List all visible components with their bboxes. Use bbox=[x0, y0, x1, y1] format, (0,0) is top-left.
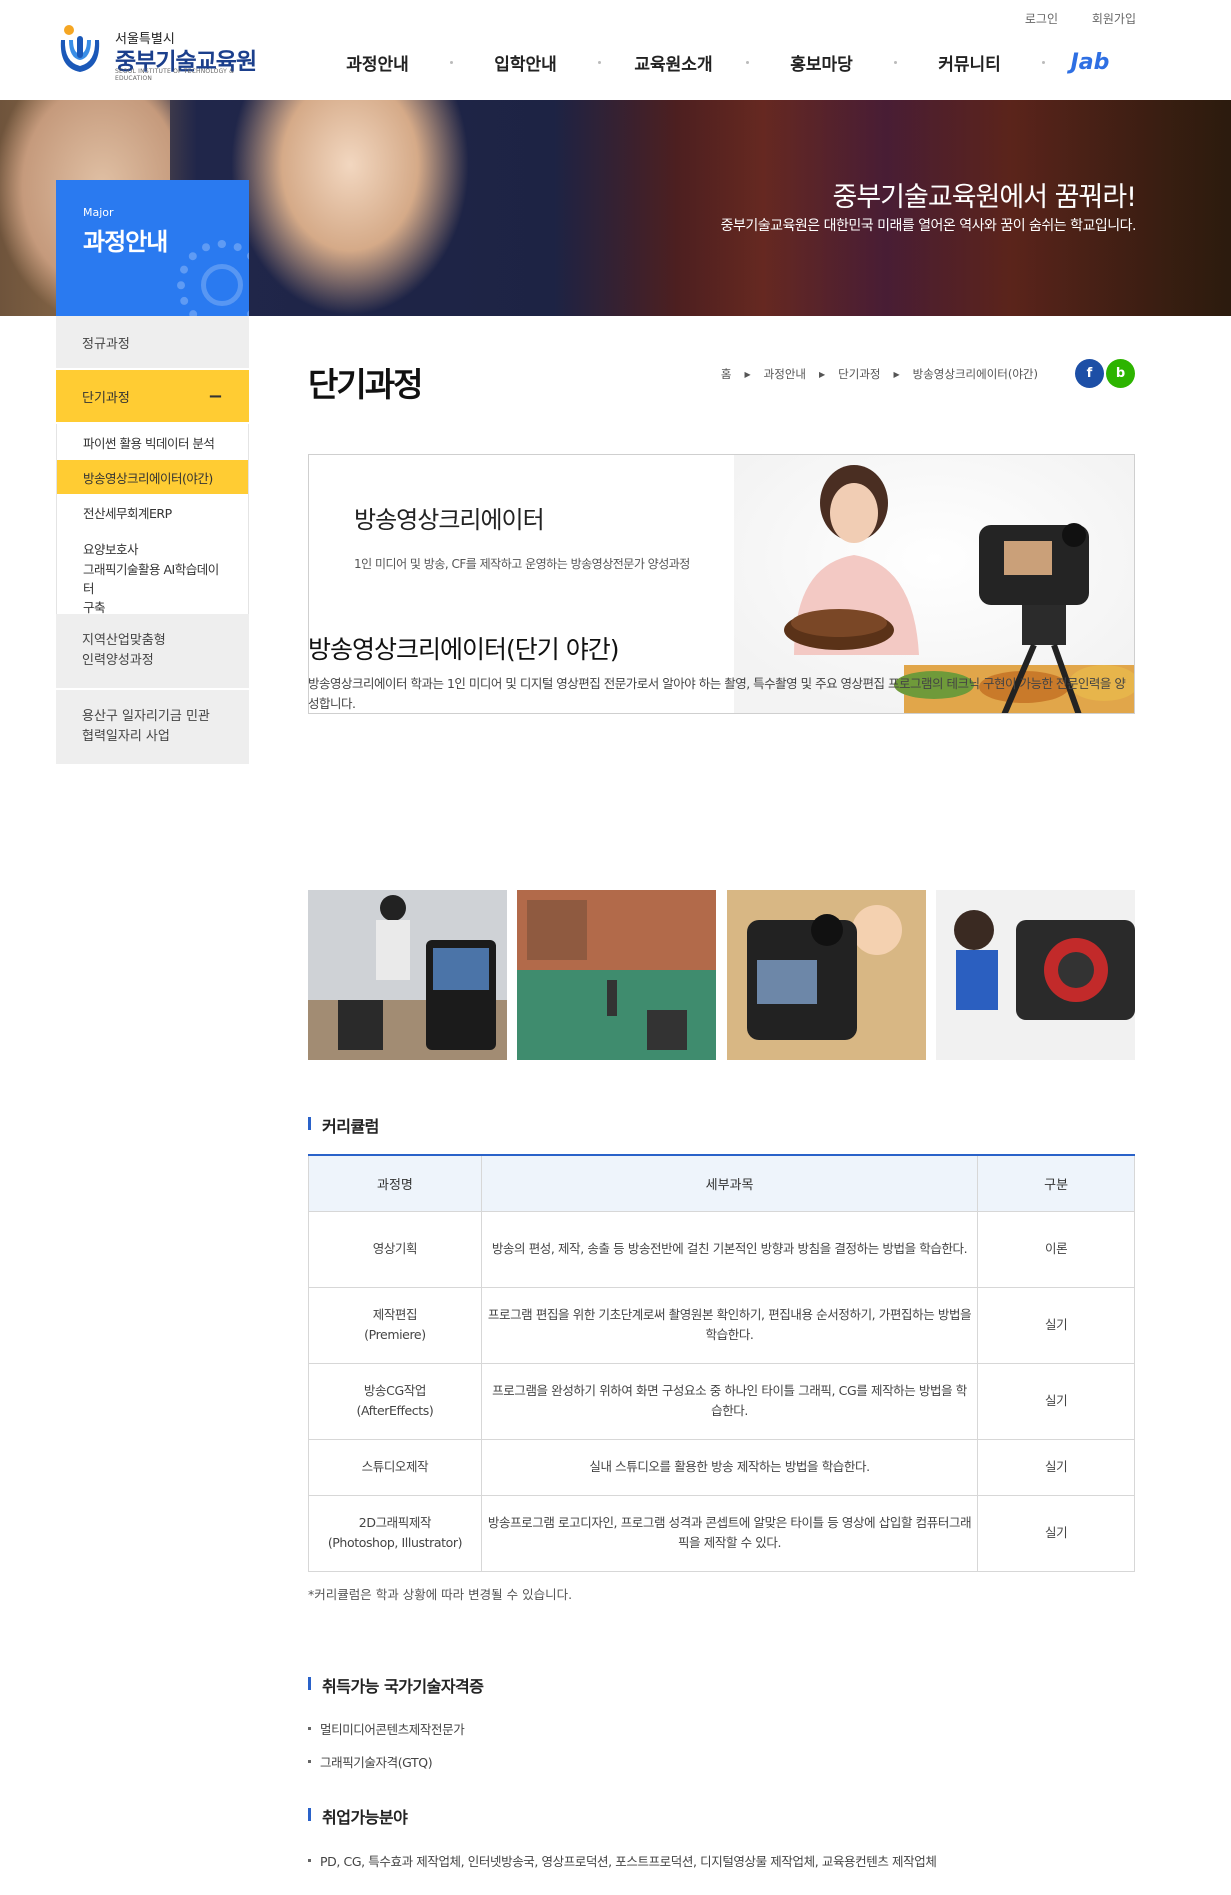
curriculum-table: 과정명 세부과목 구분 영상기획 방송의 편성, 제작, 송출 등 방송전반에 … bbox=[308, 1154, 1135, 1572]
table-cell: 실기 bbox=[977, 1362, 1135, 1440]
site-logo[interactable]: 서울특별시 중부기술교육원 SEOUL INSTITUTE OF TECHNOL… bbox=[55, 22, 270, 82]
breadcrumb-current: 방송영상크리에이터(야간) bbox=[912, 367, 1038, 381]
collapse-icon: − bbox=[207, 385, 223, 407]
jobs-heading: 취업가능분야 bbox=[308, 1804, 408, 1828]
sidebar-item-short-term[interactable]: 단기과정 − bbox=[56, 370, 249, 424]
table-cell: 실내 스튜디오를 활용한 방송 제작하는 방법을 학습한다. bbox=[480, 1438, 979, 1496]
sidebar-nav: 정규과정 단기과정 − 파이썬 활용 빅데이터 분석 방송영상크리에이터(야간)… bbox=[56, 316, 249, 766]
sidebar-item-regional[interactable]: 지역산업맞춤형 인력양성과정 bbox=[56, 614, 249, 690]
table-cell: 이론 bbox=[977, 1210, 1135, 1288]
section-description: 방송영상크리에이터 학과는 1인 미디어 및 디지털 영상편집 전문가로서 알아… bbox=[308, 676, 1126, 711]
share-buttons: f b bbox=[1073, 359, 1135, 388]
chevron-right-icon: ▶ bbox=[893, 369, 900, 379]
table-note: *커리큘럼은 학과 상황에 따라 변경될 수 있습니다. bbox=[308, 1587, 573, 1602]
facebook-icon[interactable]: f bbox=[1075, 359, 1104, 388]
table-cell: 실기 bbox=[977, 1494, 1135, 1572]
gallery-image bbox=[935, 890, 1135, 1060]
hero-title: 방송영상크리에이터 bbox=[354, 506, 545, 534]
submenu-item-python[interactable]: 파이썬 활용 빅데이터 분석 bbox=[57, 424, 248, 460]
nav-item-community[interactable]: 커뮤니티 bbox=[897, 50, 1042, 75]
table-row: 방송CG작업 (AfterEffects) 프로그램을 완성하기 위하여 화면 … bbox=[308, 1362, 1135, 1440]
chevron-right-icon: ▶ bbox=[744, 369, 751, 379]
banner-title: 중부기술교육원에서 꿈꿔라! bbox=[832, 182, 1137, 213]
gallery-image bbox=[308, 890, 507, 1060]
table-row: 2D그래픽제작 (Photoshop, Illustrator) 방송프로그램 … bbox=[308, 1494, 1135, 1572]
table-row: 영상기획 방송의 편성, 제작, 송출 등 방송전반에 걸친 기본적인 방향과 … bbox=[308, 1210, 1135, 1288]
gallery-image bbox=[726, 890, 926, 1060]
sidebar-item-regular[interactable]: 정규과정 bbox=[56, 316, 249, 370]
logo-english: SEOUL INSTITUTE OF TECHNOLOGY & EDUCATIO… bbox=[115, 68, 234, 82]
major-label: Major bbox=[83, 206, 114, 219]
submenu-item-ai-data[interactable]: 그래픽기술활용 AI학습데이터 구축 bbox=[57, 562, 248, 615]
major-title: 과정안내 bbox=[83, 228, 168, 256]
gear-inner-icon bbox=[201, 264, 243, 306]
certificate-heading: 취득가능 국가기술자격증 bbox=[308, 1673, 484, 1697]
breadcrumb-home[interactable]: 홈 bbox=[721, 366, 732, 382]
table-row: 제작편집 (Premiere) 프로그램 편집을 위한 기초단계로써 촬영원본 … bbox=[308, 1286, 1135, 1364]
site-header: 서울특별시 중부기술교육원 SEOUL INSTITUTE OF TECHNOL… bbox=[0, 0, 1231, 100]
list-item: 그래픽기술자격(GTQ) bbox=[308, 1752, 433, 1771]
blog-icon[interactable]: b bbox=[1106, 359, 1135, 388]
table-cell: 제작편집 (Premiere) bbox=[308, 1286, 482, 1364]
utility-links: 로그인 회원가입 bbox=[995, 10, 1136, 27]
table-cell: 영상기획 bbox=[308, 1210, 482, 1288]
table-cell: 방송CG작업 (AfterEffects) bbox=[308, 1362, 482, 1440]
gallery-image bbox=[517, 890, 717, 1060]
sidebar-item-label: 단기과정 bbox=[82, 390, 130, 406]
banner-subtitle: 중부기술교육원은 대한민국 미래를 열어온 역사와 꿈이 숨쉬는 학교입니다. bbox=[720, 218, 1137, 234]
table-header-row: 과정명 세부과목 구분 bbox=[308, 1155, 1135, 1212]
table-cell: 방송의 편성, 제작, 송출 등 방송전반에 걸친 기본적인 방향과 방침을 결… bbox=[480, 1210, 979, 1288]
login-link[interactable]: 로그인 bbox=[1025, 12, 1058, 26]
table-cell: 2D그래픽제작 (Photoshop, Illustrator) bbox=[308, 1494, 482, 1572]
nav-item-job[interactable]: Jab bbox=[1045, 50, 1135, 75]
nav-item-promotion[interactable]: 홍보마당 bbox=[749, 50, 894, 75]
sidebar-item-yongsan[interactable]: 용산구 일자리기금 민관 협력일자리 사업 bbox=[56, 690, 249, 766]
table-cell: 프로그램을 완성하기 위하여 화면 구성요소 중 하나인 타이틀 그래픽, CG… bbox=[480, 1362, 979, 1440]
table-cell: 스튜디오제작 bbox=[308, 1438, 482, 1496]
table-cell: 방송프로그램 로고디자인, 프로그램 성격과 콘셉트에 알맞은 타이틀 등 영상… bbox=[480, 1494, 979, 1572]
list-item: 멀티미디어콘텐츠제작전문가 bbox=[308, 1719, 465, 1738]
photo-gallery bbox=[308, 890, 1135, 1060]
banner-finger-image bbox=[230, 100, 470, 316]
chevron-right-icon: ▶ bbox=[819, 369, 826, 379]
nav-item-courses[interactable]: 과정안내 bbox=[305, 50, 450, 75]
table-cell: 실기 bbox=[977, 1286, 1135, 1364]
list-item: PD, CG, 특수효과 제작업체, 인터넷방송국, 영상프로덕션, 포스트프로… bbox=[308, 1851, 937, 1870]
table-cell: 프로그램 편집을 위한 기초단계로써 촬영원본 확인하기, 편집내용 순서정하기… bbox=[480, 1286, 979, 1364]
nav-item-admission[interactable]: 입학안내 bbox=[453, 50, 598, 75]
breadcrumb-courses[interactable]: 과정안내 bbox=[764, 366, 806, 382]
column-header: 세부과목 bbox=[480, 1155, 979, 1212]
column-header: 구분 bbox=[977, 1155, 1135, 1212]
logo-mark-icon bbox=[60, 25, 100, 72]
breadcrumb-short-term[interactable]: 단기과정 bbox=[838, 366, 880, 382]
submenu-item-broadcast[interactable]: 방송영상크리에이터(야간) bbox=[57, 460, 248, 494]
page-title: 단기과정 bbox=[308, 365, 423, 404]
table-cell: 실기 bbox=[977, 1438, 1135, 1496]
column-header: 과정명 bbox=[308, 1155, 482, 1212]
section-major-box: Major 과정안내 bbox=[56, 180, 249, 316]
sidebar-submenu: 파이썬 활용 빅데이터 분석 방송영상크리에이터(야간) 전산세무회계ERP 요… bbox=[56, 424, 249, 615]
table-row: 스튜디오제작 실내 스튜디오를 활용한 방송 제작하는 방법을 학습한다. 실기 bbox=[308, 1438, 1135, 1496]
curriculum-heading: 커리큘럼 bbox=[308, 1113, 379, 1137]
submenu-item-erp[interactable]: 전산세무회계ERP bbox=[57, 494, 248, 530]
nav-item-about[interactable]: 교육원소개 bbox=[601, 50, 746, 75]
join-link[interactable]: 회원가입 bbox=[1092, 12, 1136, 26]
section-title: 방송영상크리에이터(단기 야간) bbox=[308, 635, 619, 664]
breadcrumb: 홈 ▶ 과정안내 ▶ 단기과정 ▶ 방송영상크리에이터(야간) bbox=[712, 366, 1047, 382]
hero-description: 1인 미디어 및 방송, CF를 제작하고 운영하는 방송영상전문가 양성과정 bbox=[354, 557, 690, 571]
main-nav: 과정안내 입학안내 교육원소개 홍보마당 커뮤니티 Jab bbox=[305, 50, 1135, 75]
